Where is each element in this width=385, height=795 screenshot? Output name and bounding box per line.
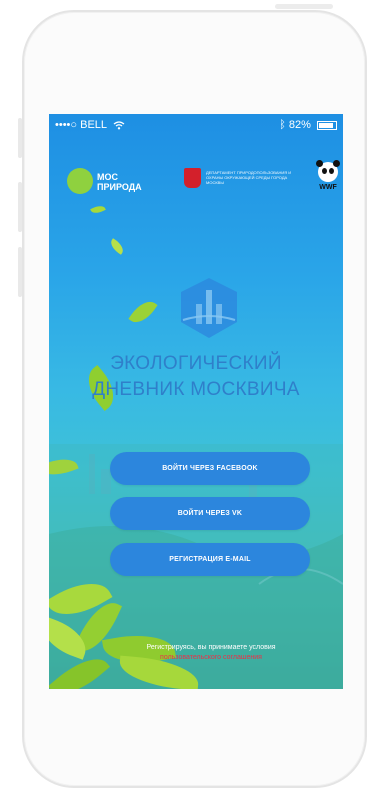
- app-screen: ••••○ BELL ᛒ 82% МОС ПРИРОДА ДЕПАРТАМЕНТ…: [49, 114, 343, 689]
- battery-percent: 82%: [288, 119, 311, 131]
- wifi-icon: [113, 120, 125, 130]
- wwf-label: WWF: [319, 184, 337, 191]
- app-subtitle: ДНЕВНИК МОСКВИЧА: [92, 379, 300, 400]
- mospriroda-tree-icon: [67, 168, 93, 194]
- bluetooth-icon: ᛒ: [279, 119, 286, 131]
- department-logo: ДЕПАРТАМЕНТ ПРИРОДОПОЛЬЗОВАНИЯ И ОХРАНЫ …: [184, 166, 302, 192]
- department-label: ДЕПАРТАМЕНТ ПРИРОДОПОЛЬЗОВАНИЯ И ОХРАНЫ …: [206, 170, 292, 185]
- mospriroda-logo: МОС ПРИРОДА: [67, 166, 152, 196]
- moscow-coat-of-arms-icon: [184, 168, 201, 188]
- login-vk-button[interactable]: ВОЙТИ ЧЕРЕЗ VK: [110, 497, 310, 530]
- volume-up-button: [18, 182, 22, 232]
- power-button: [275, 4, 333, 9]
- mospriroda-label: МОС ПРИРОДА: [97, 172, 142, 192]
- user-agreement-link[interactable]: пользовательского соглашения: [79, 653, 343, 663]
- panda-icon: [316, 160, 340, 182]
- login-facebook-button[interactable]: ВОЙТИ ЧЕРЕЗ FACEBOOK: [110, 452, 310, 485]
- carrier-label: ••••○ BELL: [55, 119, 107, 131]
- mute-switch: [18, 118, 22, 158]
- terms-text: Регистрируясь, вы принимаете условия: [146, 644, 276, 651]
- app-title: ЭКОЛОГИЧЕСКИЙ: [110, 353, 282, 374]
- volume-down-button: [18, 247, 22, 297]
- terms-notice: Регистрируясь, вы принимаете условия пол…: [79, 643, 343, 663]
- university-emblem-icon: [181, 278, 237, 338]
- register-email-button[interactable]: РЕГИСТРАЦИЯ E-MAIL: [110, 543, 310, 576]
- battery-icon: [317, 120, 337, 130]
- wwf-logo: WWF: [316, 160, 340, 196]
- status-bar: ••••○ BELL ᛒ 82%: [49, 114, 343, 136]
